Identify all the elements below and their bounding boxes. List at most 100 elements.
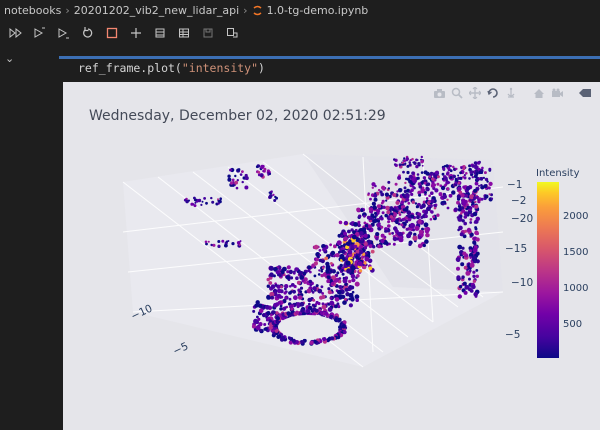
point-cloud-point — [268, 195, 272, 199]
3d-scene[interactable]: −10 −5 −1 −2 −20 −15 −10 −5 — [63, 82, 600, 430]
point-cloud-point — [408, 174, 413, 179]
point-cloud-point — [472, 211, 478, 217]
point-cloud-point — [224, 243, 228, 248]
point-cloud-point — [360, 237, 364, 241]
point-cloud-point — [372, 245, 376, 249]
point-cloud-point — [477, 198, 480, 202]
point-cloud-point — [356, 274, 360, 278]
point-cloud-point — [370, 249, 375, 254]
point-cloud-point — [447, 181, 451, 184]
point-cloud-point — [306, 308, 311, 313]
clear-outputs-icon[interactable] — [148, 23, 172, 43]
breadcrumb-item-notebook[interactable]: 1.0-tg-demo.ipynb — [267, 4, 369, 17]
point-cloud-point — [423, 170, 428, 175]
point-cloud-point — [474, 230, 479, 236]
point-cloud-point — [477, 184, 481, 187]
point-cloud-point — [257, 170, 261, 174]
run-all-icon[interactable] — [4, 23, 28, 43]
point-cloud-point — [472, 247, 478, 253]
point-cloud-point — [373, 218, 378, 223]
colorbar-title: Intensity — [536, 168, 580, 179]
point-cloud-point — [270, 284, 276, 289]
point-cloud-point — [380, 238, 385, 244]
point-cloud-point — [408, 161, 412, 164]
point-cloud-point — [425, 197, 429, 200]
code-cell-input[interactable]: ref_frame.plot("intensity") — [78, 61, 265, 75]
point-cloud-point — [405, 197, 410, 202]
point-cloud-point — [384, 213, 389, 218]
point-cloud-point — [235, 186, 239, 190]
point-cloud-point — [406, 170, 410, 175]
point-cloud-point — [473, 188, 478, 193]
point-cloud-point — [329, 314, 334, 319]
point-cloud-point — [421, 186, 425, 190]
point-cloud-point — [418, 229, 423, 234]
point-cloud-point — [317, 288, 323, 294]
point-cloud-point — [321, 294, 326, 299]
point-cloud-point — [234, 180, 239, 185]
point-cloud-point — [338, 250, 341, 254]
point-cloud-point — [200, 203, 203, 206]
point-cloud-point — [229, 168, 233, 172]
restart-icon[interactable] — [76, 23, 100, 43]
point-cloud-point — [406, 205, 409, 209]
point-cloud-point — [369, 207, 373, 211]
point-cloud-point — [266, 311, 271, 316]
point-cloud-point — [414, 225, 420, 231]
point-cloud-point — [326, 275, 330, 279]
variables-icon[interactable] — [172, 23, 196, 43]
run-below-icon[interactable] — [52, 23, 76, 43]
point-cloud-point — [406, 233, 412, 239]
point-cloud-point — [393, 206, 397, 210]
axis-tick-left: −5 — [171, 340, 190, 357]
point-cloud-point — [274, 195, 277, 199]
point-cloud-point — [236, 241, 241, 245]
stop-icon[interactable] — [100, 23, 124, 43]
point-cloud-point — [471, 176, 474, 179]
point-cloud-point — [217, 240, 221, 243]
point-cloud-point — [312, 298, 316, 302]
point-cloud-point — [263, 323, 267, 326]
point-cloud-point — [324, 256, 329, 261]
notebook-toolbar — [0, 22, 600, 44]
point-cloud-point — [375, 232, 380, 237]
point-cloud-point — [373, 193, 378, 198]
point-cloud-point — [392, 193, 397, 197]
point-cloud-point — [348, 292, 354, 298]
point-cloud-point — [289, 276, 294, 280]
point-cloud-point — [469, 221, 473, 224]
point-cloud-point — [459, 176, 463, 180]
point-cloud-point — [292, 271, 296, 275]
point-cloud-point — [463, 265, 468, 270]
breadcrumb-item-folder[interactable]: 20201202_vib2_new_lidar_api — [74, 4, 239, 17]
point-cloud-point — [381, 211, 385, 215]
point-cloud-point — [384, 192, 389, 197]
point-cloud-point — [321, 266, 325, 270]
chevron-down-icon[interactable]: ⌄ — [5, 52, 14, 65]
point-cloud-point — [398, 237, 404, 243]
point-cloud-point — [313, 274, 317, 278]
point-cloud-point — [366, 215, 371, 220]
point-cloud-point — [424, 227, 428, 231]
point-cloud-point — [433, 204, 436, 207]
breadcrumb-item-notebooks[interactable]: notebooks — [4, 4, 61, 17]
export-icon[interactable] — [220, 23, 244, 43]
point-cloud-point — [401, 161, 404, 165]
point-cloud-point — [446, 187, 450, 191]
point-cloud-point — [397, 211, 401, 215]
point-cloud-point — [436, 175, 440, 179]
save-icon[interactable] — [196, 23, 220, 43]
point-cloud-point — [355, 249, 360, 254]
run-above-icon[interactable] — [28, 23, 52, 43]
point-cloud-point — [292, 289, 296, 294]
point-cloud-point — [279, 307, 283, 311]
add-icon[interactable] — [124, 23, 148, 43]
point-cloud-point — [286, 311, 291, 316]
point-cloud-point — [392, 242, 396, 246]
point-cloud-point — [255, 165, 259, 169]
point-cloud-point — [344, 287, 349, 292]
axis-tick-right: −15 — [505, 243, 527, 255]
point-cloud-point — [428, 175, 432, 179]
point-cloud-point — [474, 227, 478, 231]
point-cloud-point — [318, 253, 322, 257]
